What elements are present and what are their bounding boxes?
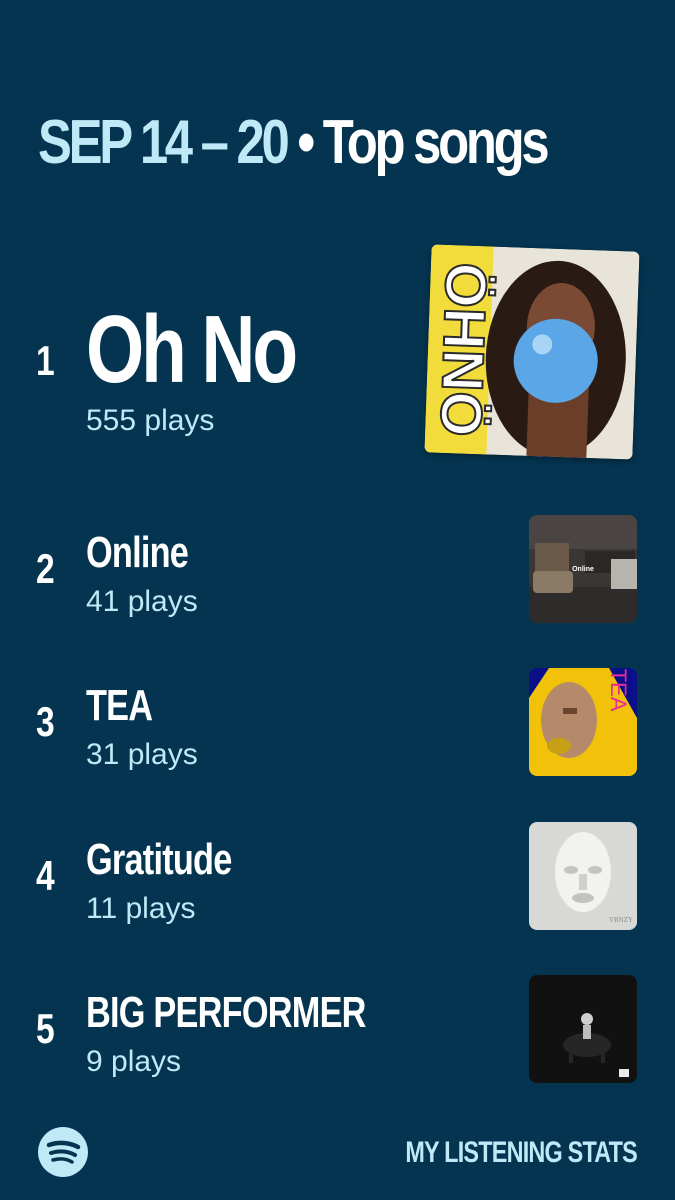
song-plays: 555 plays: [86, 404, 215, 437]
page-title: SEP 14 – 20 • Top songs: [38, 112, 550, 174]
song-title: Oh No: [86, 296, 298, 403]
album-cover-image: ÖHNÖ: [424, 244, 640, 460]
title-text: Top songs: [322, 108, 550, 177]
cover-title-text: TEA: [606, 669, 631, 712]
song-rank: 1: [36, 337, 55, 384]
song-row-2[interactable]: 2 Online 41 plays Online: [0, 515, 675, 625]
song-row-3[interactable]: 3 TEA 31 plays TEA: [0, 668, 675, 778]
song-plays: 31 plays: [86, 738, 198, 771]
song-row-5[interactable]: 5 BIG PERFORMER 9 plays: [0, 975, 675, 1085]
song-title: Gratitude: [86, 835, 232, 884]
song-row-1[interactable]: 1 Oh No 555 plays ÖHNÖ: [0, 240, 675, 480]
song-title: TEA: [86, 681, 153, 730]
song-title: Online: [86, 528, 189, 577]
spotify-logo-icon: [38, 1127, 88, 1177]
album-cover-image: Online: [529, 515, 637, 623]
cover-title-text: VRNZY: [609, 916, 633, 924]
cover-title-text: Online: [572, 566, 594, 573]
album-cover-image: VRNZY: [529, 822, 637, 930]
song-rank: 2: [36, 545, 55, 592]
title-separator: •: [297, 108, 315, 177]
date-range: SEP 14 – 20: [38, 108, 290, 177]
song-plays: 41 plays: [86, 585, 198, 618]
song-rank: 4: [36, 852, 55, 899]
song-rank: 3: [36, 698, 55, 745]
my-listening-stats-label: MY LISTENING STATS: [405, 1136, 637, 1169]
song-row-4[interactable]: 4 Gratitude 11 plays VRNZY: [0, 822, 675, 932]
song-title: BIG PERFORMER: [86, 988, 366, 1037]
album-cover-image: TEA: [529, 668, 637, 776]
album-cover-image: [529, 975, 637, 1083]
song-plays: 9 plays: [86, 1045, 182, 1078]
song-rank: 5: [36, 1005, 55, 1052]
song-plays: 11 plays: [86, 892, 196, 925]
